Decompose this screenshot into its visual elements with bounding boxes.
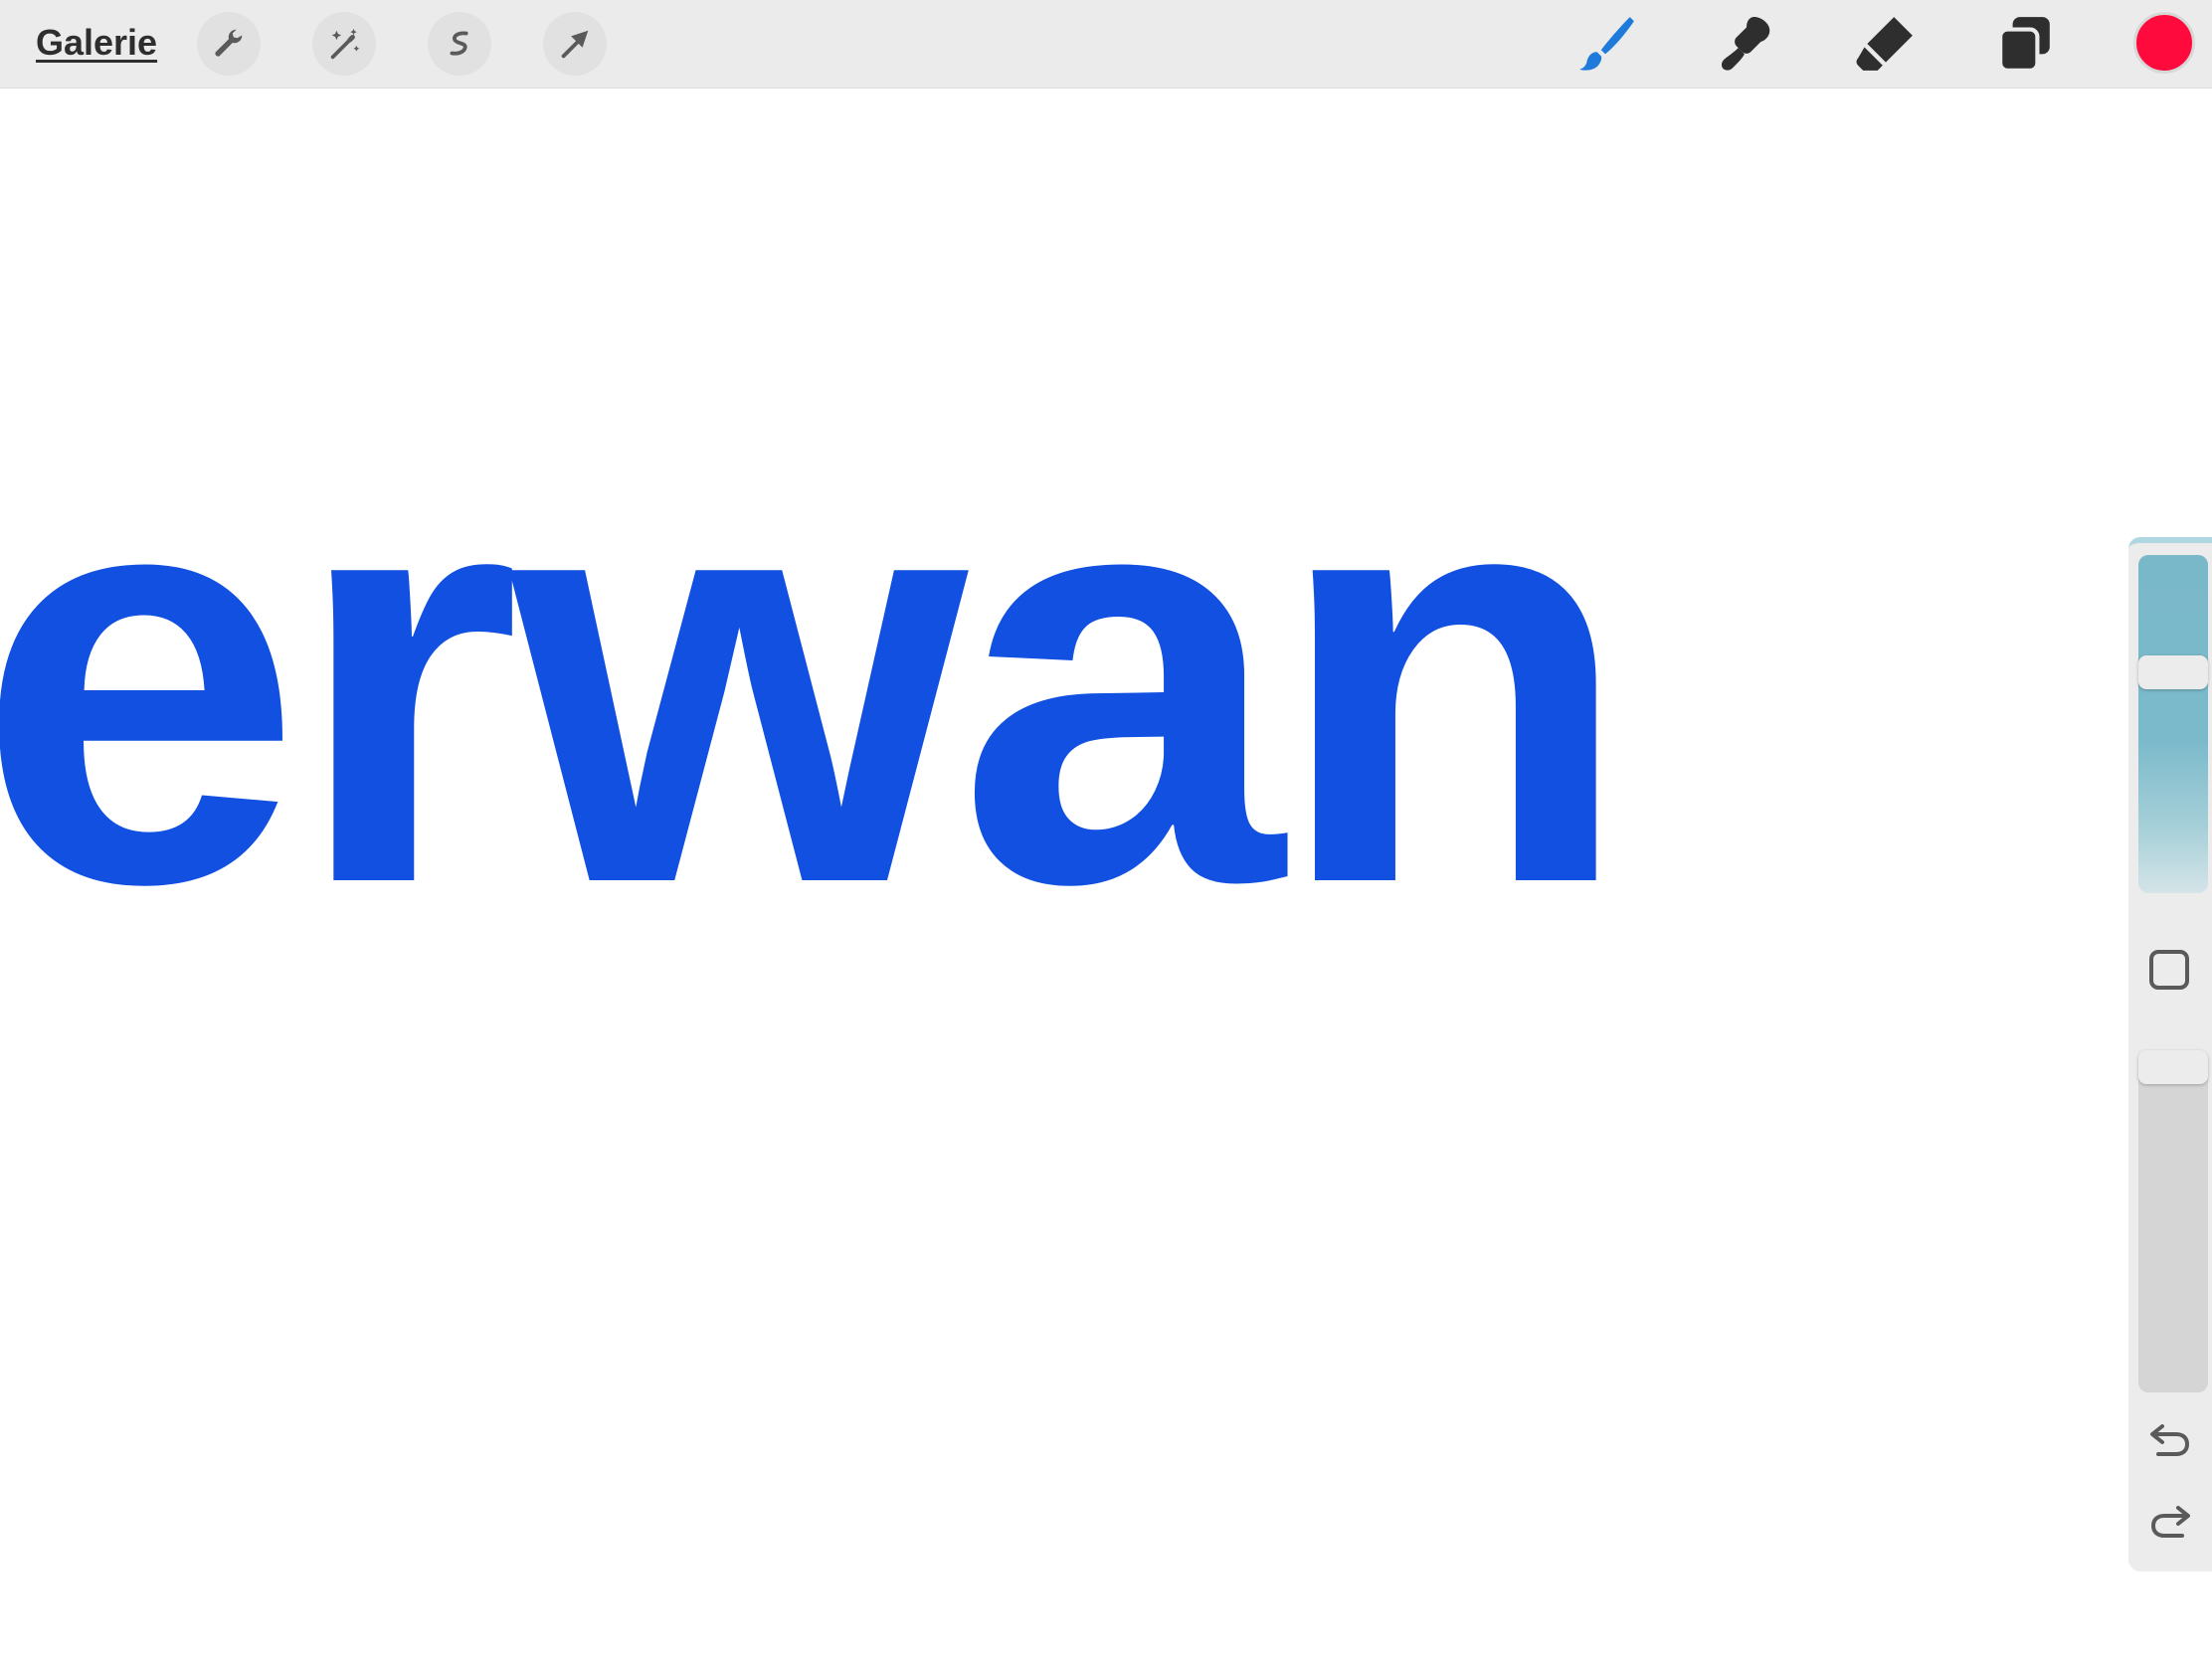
wrench-icon <box>215 29 243 57</box>
transform-arrow-icon <box>561 30 589 59</box>
undo-icon <box>2150 1424 2190 1456</box>
actions-button[interactable] <box>197 12 261 76</box>
selection-icon <box>450 31 468 56</box>
layers-button[interactable] <box>1991 10 2059 78</box>
eraser-icon <box>1856 17 1913 71</box>
undo-button[interactable] <box>2144 1416 2196 1464</box>
gallery-link[interactable]: Galerie <box>36 18 157 68</box>
opacity-slider[interactable] <box>2138 1050 2208 1392</box>
transform-button[interactable] <box>543 12 607 76</box>
canvas-lettering: erwan <box>0 350 1632 1006</box>
color-swatch[interactable] <box>2133 12 2195 74</box>
adjustments-button[interactable] <box>312 12 376 76</box>
smudge-icon <box>1721 17 1770 71</box>
layers-icon <box>1998 17 2050 73</box>
drawing-canvas[interactable]: erwan <box>0 89 2212 1659</box>
brush-sidebar <box>2128 537 2212 1571</box>
eraser-button[interactable] <box>1852 10 1920 78</box>
brush-size-thumb[interactable] <box>2138 655 2208 689</box>
brush-size-slider[interactable] <box>2138 555 2208 893</box>
top-toolbar: Galerie <box>0 0 2212 89</box>
modify-square-icon[interactable] <box>2149 950 2189 990</box>
redo-button[interactable] <box>2144 1498 2196 1546</box>
brush-button[interactable] <box>1573 10 1641 78</box>
brush-icon <box>1579 17 1634 71</box>
selection-button[interactable] <box>428 12 491 76</box>
opacity-thumb[interactable] <box>2138 1050 2208 1084</box>
magic-wand-icon <box>330 28 360 60</box>
smudge-button[interactable] <box>1713 10 1780 78</box>
redo-icon <box>2150 1506 2190 1538</box>
